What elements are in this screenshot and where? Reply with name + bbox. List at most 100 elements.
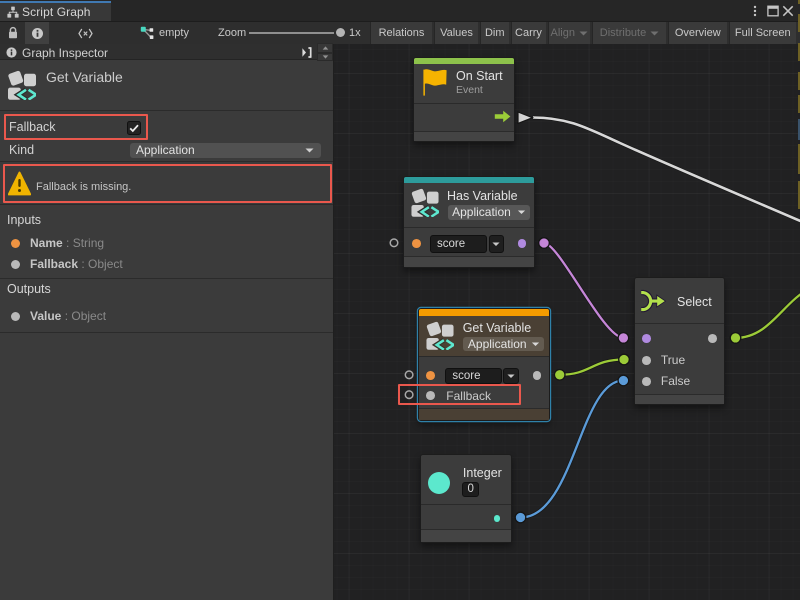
connection-dot[interactable] (619, 354, 630, 365)
false-port-label: False (661, 374, 690, 388)
info-icon (6, 47, 17, 58)
toolbar-button-values[interactable]: Values (434, 22, 478, 44)
result-output-port[interactable] (518, 239, 527, 248)
wire-flow (533, 118, 800, 227)
connection-dot[interactable] (730, 333, 741, 344)
flow-connection-arrow[interactable] (518, 112, 533, 123)
integer-value-field[interactable]: 0 (462, 482, 479, 497)
name-input-port[interactable] (426, 371, 435, 380)
node-footer (404, 256, 534, 267)
scroll-up-button[interactable] (317, 43, 333, 53)
kind-value: Application (136, 143, 195, 157)
scroll-down-button[interactable] (317, 53, 333, 62)
kind-dropdown[interactable]: Application (130, 143, 321, 158)
variable-kind-value: Application (452, 205, 511, 219)
chevron-down-icon (507, 374, 515, 379)
graph-toolbar: empty Zoom 1x RelationsValuesDimCarryAli… (0, 21, 800, 44)
variable-name-field[interactable]: score (445, 368, 501, 384)
integer-output-port[interactable] (494, 515, 500, 521)
true-port-label: True (661, 353, 685, 367)
connection-dot[interactable] (515, 512, 526, 523)
node-divider (419, 356, 549, 357)
variable-kind-dropdown[interactable]: Application (463, 337, 544, 351)
inspector-toggle-button[interactable] (25, 22, 49, 44)
fallback-port-highlight-box (398, 384, 521, 405)
toolbar-button-carry[interactable]: Carry (511, 22, 546, 44)
node-footer (419, 408, 549, 419)
variable-name-dropdown[interactable] (503, 368, 519, 384)
zoom-label: Zoom (218, 22, 246, 44)
true-input-port[interactable] (642, 356, 651, 365)
checkmark-icon (128, 122, 140, 134)
connection-dot[interactable] (554, 370, 565, 381)
toolbar-button-align[interactable]: Align (548, 22, 591, 44)
variable-kind-dropdown[interactable]: Application (448, 205, 530, 220)
zoom-slider[interactable] (249, 32, 334, 34)
fallback-label: Fallback (9, 120, 56, 134)
toolbar-button-full-screen[interactable]: Full Screen (729, 22, 797, 44)
variables-icon (411, 188, 439, 217)
port-dot (11, 312, 20, 321)
node-on-start[interactable]: On Start Event (413, 57, 515, 142)
section-divider (0, 278, 333, 279)
toolbar-button-relations[interactable]: Relations (370, 22, 432, 44)
node-has-variable[interactable]: Has Variable Application score (403, 176, 535, 268)
node-divider (404, 227, 534, 228)
code-view-icon[interactable] (78, 28, 93, 39)
toolbar-button-dim[interactable]: Dim (480, 22, 509, 44)
selection-status: empty (159, 22, 189, 44)
graph-inspector-panel: Graph Inspector Get (0, 44, 334, 600)
toolbar-button-distribute[interactable]: Distribute (592, 22, 666, 44)
false-input-port[interactable] (642, 377, 651, 386)
wire-select-out (736, 287, 800, 338)
node-select[interactable]: Select True False (634, 277, 725, 405)
arrow-up-icon (322, 46, 329, 50)
variable-name-dropdown[interactable] (489, 235, 505, 253)
variable-name-field[interactable]: score (430, 235, 487, 253)
port-name: Fallback : Object (30, 257, 123, 271)
close-icon[interactable] (780, 3, 796, 19)
arrow-down-icon (322, 55, 329, 59)
chevron-down-icon (517, 210, 526, 215)
condition-input-port[interactable] (642, 334, 651, 343)
window-controls (0, 0, 800, 22)
node-colorbar (414, 58, 514, 65)
lock-icon[interactable] (7, 26, 19, 40)
connection-dot[interactable] (618, 333, 629, 344)
section-divider (0, 110, 333, 111)
node-title: Select (677, 295, 712, 309)
inspector-unit-title: Get Variable (46, 69, 123, 85)
fallback-checkbox[interactable] (127, 121, 141, 135)
zoom-value: 1x (349, 22, 361, 44)
selection-icon (140, 26, 155, 40)
variables-icon (426, 321, 454, 350)
inspector-scroll-spinner (317, 43, 333, 61)
port-name: Name : String (30, 236, 104, 250)
output-port-row: Value : Object (0, 309, 333, 325)
flow-out-arrow-icon[interactable] (494, 110, 511, 123)
node-integer[interactable]: Integer 0 (420, 454, 512, 543)
connection-dot[interactable] (539, 238, 550, 249)
selection-output-port[interactable] (708, 334, 717, 343)
variables-icon (8, 70, 36, 100)
maximize-icon[interactable] (765, 3, 781, 19)
node-divider (635, 323, 724, 324)
inputs-section-title: Inputs (7, 213, 41, 227)
toolbar-button-overview[interactable]: Overview (668, 22, 728, 44)
node-divider (414, 103, 514, 104)
unconnected-port-ring[interactable] (405, 371, 413, 379)
dock-inspector-icon[interactable] (302, 47, 312, 58)
value-output-port[interactable] (533, 371, 542, 380)
zoom-slider-knob[interactable] (336, 28, 345, 37)
unconnected-port-ring[interactable] (390, 239, 398, 247)
node-colorbar (419, 309, 549, 316)
name-input-port[interactable] (412, 239, 421, 248)
inspector-header: Graph Inspector (0, 44, 333, 60)
kebab-menu-icon[interactable] (747, 3, 763, 19)
node-title: On Start (456, 69, 503, 83)
input-port-row: Name : String (0, 236, 333, 252)
chevron-down-icon (579, 31, 588, 36)
graph-canvas[interactable]: On Start Event Has Variable Applicatio (334, 44, 800, 600)
chevron-down-icon (305, 148, 314, 153)
connection-dot[interactable] (618, 375, 629, 386)
